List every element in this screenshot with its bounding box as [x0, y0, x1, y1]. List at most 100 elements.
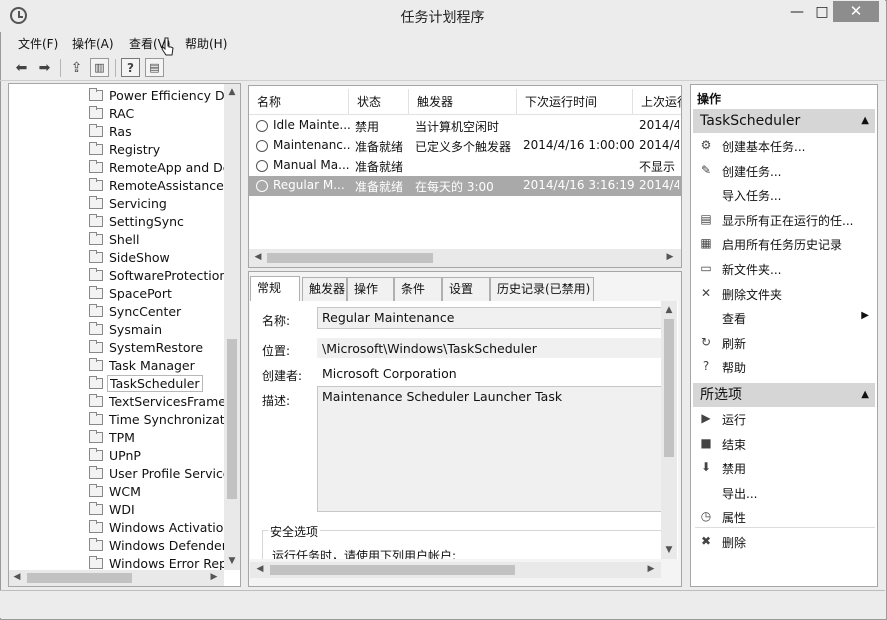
tab-actions[interactable]: 操作	[347, 277, 394, 301]
action-item[interactable]: ⬇ 禁用	[691, 456, 877, 480]
up-folder-icon[interactable]: ⇪	[67, 58, 86, 77]
task-list-hscrollbar[interactable]: ◀ ▶	[249, 249, 681, 267]
menu-action[interactable]: 操作(A)	[72, 35, 114, 52]
tree-item[interactable]: SyncCenter	[9, 303, 240, 321]
tree-item[interactable]: Sysmain	[9, 321, 240, 339]
tree-item[interactable]: Windows Defender	[9, 537, 240, 555]
tree-item[interactable]: Time Synchronizati	[9, 411, 240, 429]
tree-item[interactable]: Task Manager	[9, 357, 240, 375]
action-item[interactable]: ? 帮助	[691, 355, 877, 379]
tree-item[interactable]: WDI	[9, 501, 240, 519]
scroll-left-icon[interactable]: ◀	[255, 564, 265, 574]
tree-horizontal-scrollbar[interactable]: ◀ ▶	[9, 570, 224, 586]
tab-triggers[interactable]: 触发器	[302, 277, 347, 301]
details-vscrollbar[interactable]: ▲ ▼	[661, 301, 677, 559]
tree-item[interactable]: Power Efficiency Di	[9, 87, 240, 105]
scroll-left-icon[interactable]: ◀	[12, 572, 22, 582]
tree-item[interactable]: User Profile Service	[9, 465, 240, 483]
task-row[interactable]: Idle Mainte... 禁用 当计算机空闲时 2014/4	[249, 116, 681, 136]
action-item[interactable]: ▤ 显示所有正在运行的任...	[691, 208, 877, 232]
collapse-up-icon[interactable]: ▲	[861, 109, 869, 133]
show-hide-tree-icon[interactable]: ▥	[90, 58, 109, 77]
scroll-down-icon[interactable]: ▼	[224, 556, 240, 566]
tree-item[interactable]: UPnP	[9, 447, 240, 465]
tree-vertical-scrollbar[interactable]: ▲ ▼	[224, 84, 240, 570]
tree-item[interactable]: RemoteAssistance	[9, 177, 240, 195]
tree-scroll-thumb[interactable]	[227, 339, 237, 499]
scroll-up-icon[interactable]: ▲	[224, 87, 240, 97]
tree-item[interactable]: SystemRestore	[9, 339, 240, 357]
collapse-up-icon[interactable]: ▲	[861, 383, 869, 407]
section-taskscheduler-header[interactable]: TaskScheduler ▲	[693, 109, 875, 133]
details-hscrollbar[interactable]: ◀ ▶	[250, 562, 661, 578]
tree-item[interactable]: SettingSync	[9, 213, 240, 231]
show-hide-action-pane-icon[interactable]: ▤	[145, 58, 164, 77]
action-item[interactable]: ✎ 创建任务...	[691, 159, 877, 183]
scroll-right-icon[interactable]: ▶	[665, 252, 675, 262]
tree-item[interactable]: TPM	[9, 429, 240, 447]
tree-item-label: UPnP	[109, 448, 141, 463]
action-item[interactable]: ✖ 删除	[691, 527, 877, 554]
action-item[interactable]: ▭ 新文件夹...	[691, 257, 877, 281]
task-row[interactable]: Manual Ma... 准备就绪 不显示	[249, 156, 681, 176]
tree-item[interactable]: Shell	[9, 231, 240, 249]
tree-item[interactable]: Servicing	[9, 195, 240, 213]
close-button[interactable]: ✕	[833, 1, 879, 22]
maximize-button[interactable]: □	[810, 2, 834, 22]
tree-item[interactable]: TaskScheduler	[9, 375, 240, 393]
action-item[interactable]: ▦ 启用所有任务历史记录	[691, 232, 877, 256]
scroll-up-icon[interactable]: ▲	[661, 305, 677, 315]
minimize-button[interactable]: —	[784, 2, 810, 22]
action-item[interactable]: ↻ 刷新	[691, 331, 877, 355]
help-icon[interactable]: ?	[121, 58, 140, 77]
menu-file[interactable]: 文件(F)	[18, 35, 58, 52]
action-item[interactable]: ▶ 运行	[691, 407, 877, 431]
task-list-hscroll-thumb[interactable]	[267, 253, 433, 263]
tree-item[interactable]: Windows Activation	[9, 519, 240, 537]
tree-item[interactable]: SpacePort	[9, 285, 240, 303]
action-item[interactable]: ✕ 删除文件夹	[691, 282, 877, 306]
action-item[interactable]: 导入任务...	[691, 183, 877, 207]
tree-item[interactable]: SoftwareProtection	[9, 267, 240, 285]
task-cell: 准备就绪	[355, 180, 404, 194]
menu-help[interactable]: 帮助(H)	[185, 35, 227, 52]
column-status[interactable]: 状态	[349, 89, 409, 115]
tree-item[interactable]: RemoteApp and De	[9, 159, 240, 177]
tree-item[interactable]: SideShow	[9, 249, 240, 267]
column-name[interactable]: 名称	[249, 89, 349, 115]
forward-arrow-icon[interactable]: ➡	[35, 58, 54, 77]
tab-conditions[interactable]: 条件	[394, 277, 442, 301]
scroll-down-icon[interactable]: ▼	[661, 545, 677, 555]
column-trigger[interactable]: 触发器	[409, 89, 517, 115]
folder-icon	[89, 376, 103, 389]
name-field[interactable]: Regular Maintenance	[317, 307, 662, 329]
scroll-left-icon[interactable]: ◀	[253, 252, 263, 262]
task-cell: 2014/4	[639, 118, 679, 132]
task-row[interactable]: Maintenanc... 准备就绪 已定义多个触发器 2014/4/16 1:00:…	[249, 136, 681, 156]
action-item[interactable]: 查看 ▶	[691, 306, 877, 330]
scroll-right-icon[interactable]: ▶	[209, 572, 219, 582]
action-item[interactable]: ◷ 属性	[691, 505, 877, 529]
tree-hscroll-thumb[interactable]	[27, 573, 132, 583]
tree-item[interactable]: Registry	[9, 141, 240, 159]
column-last-run[interactable]: 上次运行	[633, 89, 681, 115]
section-selected-header[interactable]: 所选项 ▲	[693, 383, 875, 407]
details-vscroll-thumb[interactable]	[664, 319, 674, 457]
back-arrow-icon[interactable]: ⬅	[12, 58, 31, 77]
scroll-right-icon[interactable]: ▶	[646, 564, 656, 574]
task-row[interactable]: Regular M... 准备就绪 在每天的 3:00 2014/4/16 3:16:…	[249, 176, 681, 196]
description-field[interactable]: Maintenance Scheduler Launcher Task	[317, 386, 662, 512]
action-item[interactable]: ■ 结束	[691, 432, 877, 456]
column-next-run[interactable]: 下次运行时间	[517, 89, 633, 115]
details-hscroll-thumb[interactable]	[270, 565, 515, 575]
tab-settings[interactable]: 设置	[442, 277, 490, 301]
tree-item[interactable]: WCM	[9, 483, 240, 501]
tree-item[interactable]: RAC	[9, 105, 240, 123]
tree-item[interactable]: TextServicesFramev	[9, 393, 240, 411]
tab-general[interactable]: 常规	[250, 276, 300, 302]
action-item[interactable]: 导出...	[691, 481, 877, 505]
task-cell: Regular M...	[273, 178, 345, 192]
action-item[interactable]: ⚙ 创建基本任务...	[691, 134, 877, 158]
tab-history[interactable]: 历史记录(已禁用)	[490, 277, 594, 301]
tree-item[interactable]: Ras	[9, 123, 240, 141]
